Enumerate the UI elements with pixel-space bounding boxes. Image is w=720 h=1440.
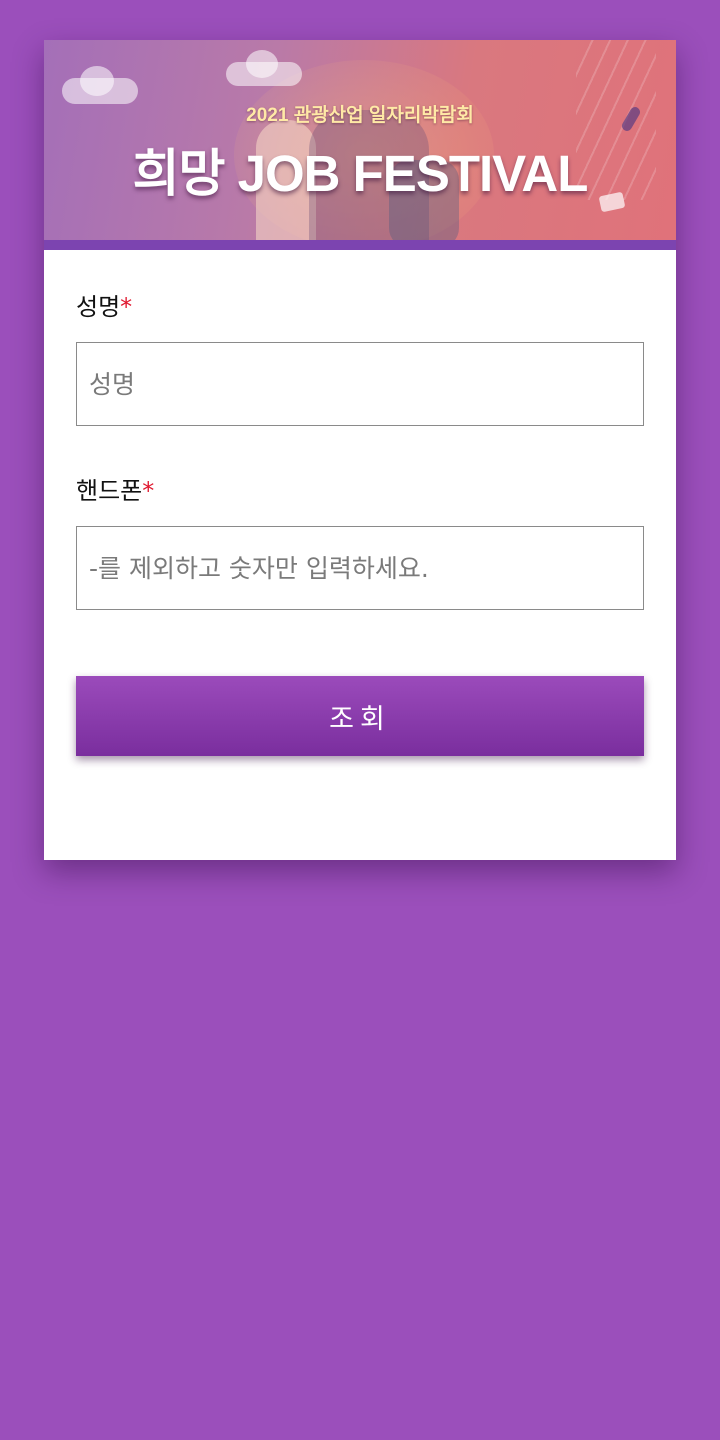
required-mark: *: [120, 293, 133, 321]
banner-subtitle: 2021 관광산업 일자리박람회: [246, 105, 474, 126]
name-label-text: 성명: [76, 293, 121, 321]
lookup-card: 2021 관광산업 일자리박람회 희망 JOB FESTIVAL 성명* 핸드폰…: [44, 40, 676, 860]
banner-title: 희망 JOB FESTIVAL: [132, 145, 589, 202]
phone-input[interactable]: [89, 527, 643, 609]
phone-field-group: 핸드폰*: [76, 474, 644, 610]
phone-label: 핸드폰*: [76, 474, 644, 508]
name-field-group: 성명*: [76, 290, 644, 426]
name-field[interactable]: [76, 342, 644, 426]
lookup-button[interactable]: 조회: [76, 676, 644, 756]
event-banner: 2021 관광산업 일자리박람회 희망 JOB FESTIVAL: [44, 40, 676, 250]
name-input[interactable]: [89, 343, 643, 425]
required-mark: *: [142, 477, 155, 505]
name-label: 성명*: [76, 290, 644, 324]
banner-bottom-strip: [44, 240, 676, 250]
cloud-icon: [226, 50, 302, 86]
lookup-form: 성명* 핸드폰* 조회: [76, 290, 644, 756]
phone-field[interactable]: [76, 526, 644, 610]
phone-label-text: 핸드폰: [76, 477, 143, 505]
